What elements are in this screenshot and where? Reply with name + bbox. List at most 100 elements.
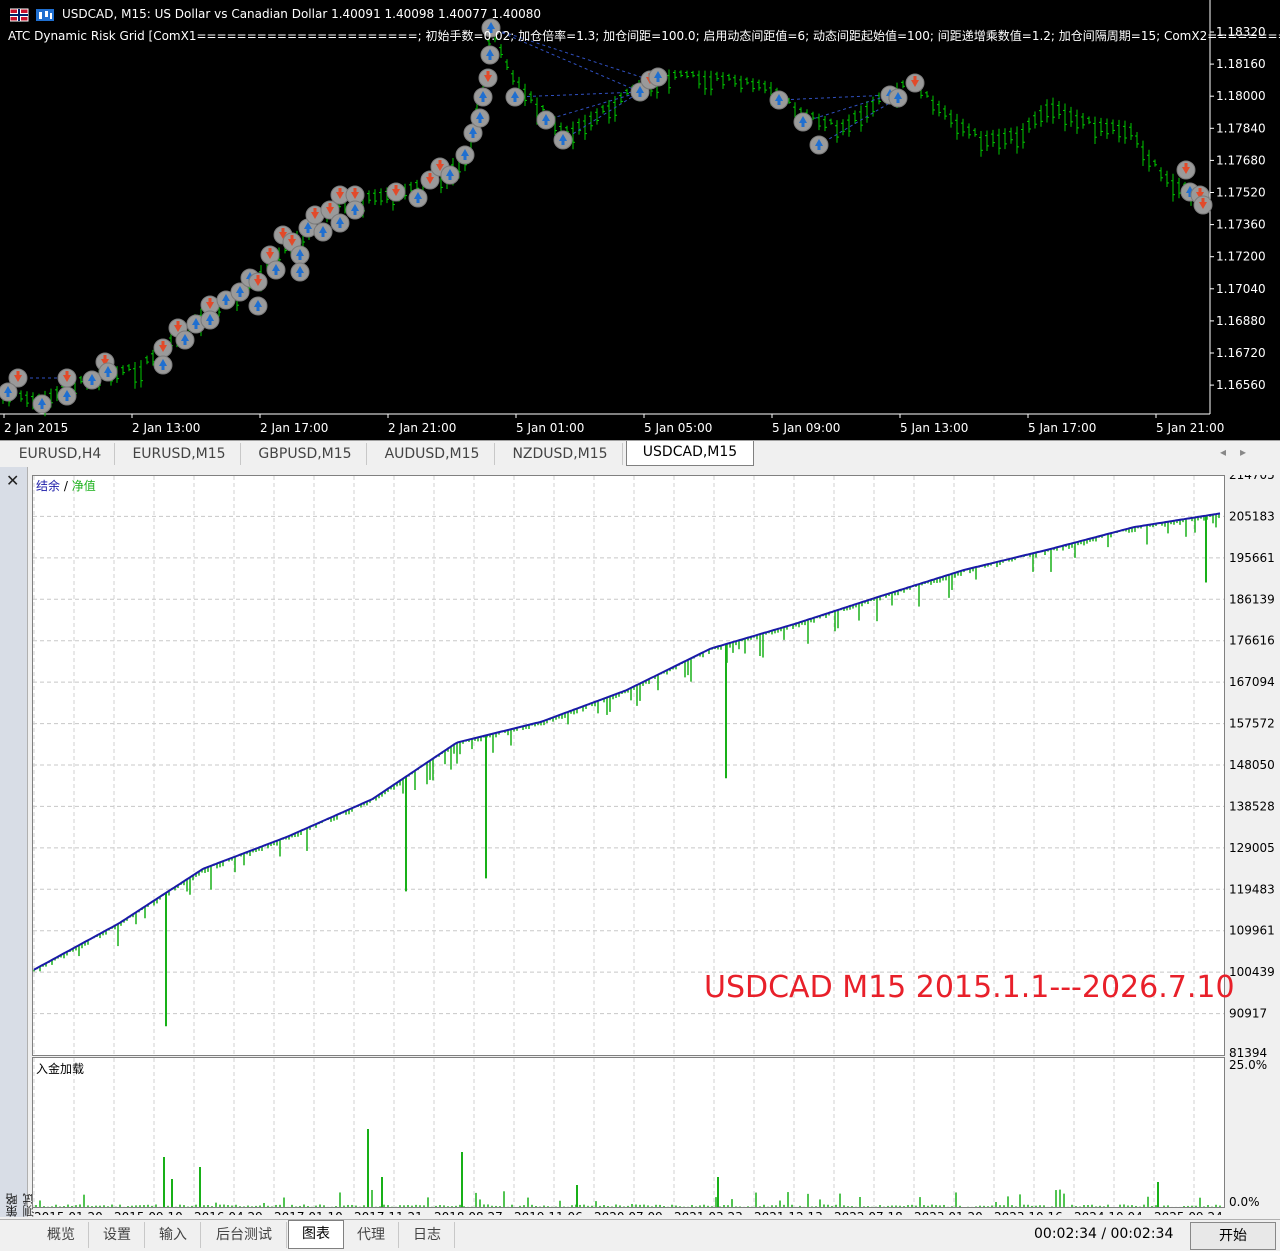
price-chart-canvas[interactable]: 1.183201.181601.180001.178401.176801.175… [0, 0, 1280, 440]
x-axis-label: 2017.01.10 [274, 1210, 343, 1215]
buy-arrow-icon[interactable] [313, 222, 333, 242]
sell-arrow-icon[interactable] [248, 272, 268, 292]
legend-equity: 净值 [72, 478, 96, 493]
order-link-line [545, 91, 641, 121]
candles-icon [36, 9, 54, 21]
tester-graph: 214705 205183 195661 186139 176616 167094 1575… [32, 475, 1280, 1215]
x-axis-label: 2015.09.10 [114, 1210, 183, 1215]
y-axis-label: 148050 [1229, 758, 1275, 772]
buy-arrow-icon[interactable] [480, 45, 500, 65]
price-label: 1.17360 [1216, 218, 1266, 232]
time-label: 5 Jan 09:00 [772, 421, 840, 435]
equity-plot-area [32, 475, 1225, 1056]
tab-nzdusd-m15[interactable]: NZDUSD,M15 [498, 443, 623, 465]
buy-arrow-icon[interactable] [330, 213, 350, 233]
tab-eurusd-h4[interactable]: EURUSD,H4 [6, 443, 115, 465]
x-axis-label: 2024.10.04 [1074, 1210, 1143, 1215]
buy-arrow-icon[interactable] [648, 67, 668, 87]
y-axis-label: 138528 [1229, 799, 1275, 813]
buy-arrow-icon[interactable] [200, 310, 220, 330]
buy-arrow-icon[interactable] [440, 165, 460, 185]
y-axis-label: 205183 [1229, 509, 1275, 523]
x-axis-label: 2021.12.13 [754, 1210, 823, 1215]
tab-journal[interactable]: 日志 [400, 1222, 455, 1248]
strategy-tester-panel: ✕ 策略测试 214705 205183 195661 186139 176616 167… [0, 467, 1280, 1250]
symbol-tabs: EURUSD,H4 EURUSD,M15 GBPUSD,M15 AUDUSD,M… [0, 440, 1280, 467]
price-label: 1.18160 [1216, 57, 1266, 71]
sell-arrow-icon[interactable] [478, 68, 498, 88]
tab-eurusd-m15[interactable]: EURUSD,M15 [118, 443, 241, 465]
y-axis-label: 109961 [1229, 924, 1275, 938]
price-label: 1.17680 [1216, 153, 1266, 167]
buy-arrow-icon[interactable] [175, 330, 195, 350]
buy-arrow-icon[interactable] [793, 112, 813, 132]
buy-arrow-icon[interactable] [0, 382, 18, 402]
tab-settings[interactable]: 设置 [90, 1222, 145, 1248]
order-link-line [802, 94, 891, 123]
buy-arrow-icon[interactable] [408, 188, 428, 208]
tab-gbpusd-m15[interactable]: GBPUSD,M15 [244, 443, 367, 465]
buy-arrow-icon[interactable] [266, 260, 286, 280]
sell-arrow-icon[interactable] [153, 338, 173, 358]
buy-arrow-icon[interactable] [82, 370, 102, 390]
buy-arrow-icon[interactable] [290, 245, 310, 265]
buy-arrow-icon[interactable] [809, 135, 829, 155]
buy-arrow-icon[interactable] [153, 355, 173, 375]
price-chart[interactable]: 1.18320 1.18160 1.18000 1.17840 1.17680 1.175… [0, 0, 1280, 440]
price-label: 1.17200 [1216, 250, 1266, 264]
legend-balance: 结余 [36, 478, 60, 493]
chevron-right-icon[interactable]: ▸ [1240, 445, 1260, 459]
close-icon[interactable]: ✕ [6, 471, 19, 490]
buy-arrow-icon[interactable] [98, 362, 118, 382]
buy-arrow-icon[interactable] [455, 145, 475, 165]
tab-scroll-arrows[interactable]: ◂▸ [1220, 445, 1260, 459]
tab-backtest[interactable]: 后台测试 [202, 1222, 287, 1248]
buy-arrow-icon[interactable] [769, 90, 789, 110]
x-axis-label: 2016.04.29 [194, 1210, 263, 1215]
buy-arrow-icon[interactable] [553, 130, 573, 150]
sell-arrow-icon[interactable] [1176, 160, 1196, 180]
tab-inputs[interactable]: 输入 [146, 1222, 201, 1248]
time-label: 5 Jan 13:00 [900, 421, 968, 435]
x-axis-label: 2019.11.06 [514, 1210, 583, 1215]
x-axis-label: 2017.11.21 [354, 1210, 423, 1215]
tab-overview[interactable]: 概览 [34, 1222, 89, 1248]
buy-arrow-icon[interactable] [473, 87, 493, 107]
buy-arrow-icon[interactable] [536, 110, 556, 130]
time-label: 2 Jan 17:00 [260, 421, 328, 435]
buy-arrow-icon[interactable] [248, 296, 268, 316]
y-axis-label: 195661 [1229, 551, 1275, 565]
time-label: 2 Jan 2015 [4, 421, 68, 435]
tab-audusd-m15[interactable]: AUDUSD,M15 [370, 443, 495, 465]
x-axis-label: 2025.09.24 [1154, 1210, 1223, 1215]
tab-graph[interactable]: 图表 [288, 1220, 344, 1249]
time-label: 5 Jan 17:00 [1028, 421, 1096, 435]
sell-arrow-icon[interactable] [57, 368, 77, 388]
buy-arrow-icon[interactable] [290, 262, 310, 282]
sell-arrow-icon[interactable] [1193, 195, 1213, 215]
trade-markers [0, 18, 1213, 414]
buy-arrow-icon[interactable] [470, 108, 490, 128]
load-plot-area [32, 1057, 1225, 1208]
chevron-left-icon[interactable]: ◂ [1220, 445, 1240, 459]
sell-arrow-icon[interactable] [386, 182, 406, 202]
elapsed-timer: 00:02:34 / 00:02:34 [1034, 1226, 1174, 1242]
chart-title: USDCAD, M15: US Dollar vs Canadian Dolla… [62, 7, 542, 21]
price-label: 1.17840 [1216, 121, 1266, 135]
load-axis-label: 25.0% [1229, 1058, 1267, 1072]
buy-arrow-icon[interactable] [57, 386, 77, 406]
buy-arrow-icon[interactable] [345, 200, 365, 220]
price-bars [1, 29, 1205, 417]
tab-usdcad-m15[interactable]: USDCAD,M15 [626, 441, 754, 466]
buy-arrow-icon[interactable] [505, 87, 525, 107]
uk-flag-icon [10, 8, 29, 22]
sell-arrow-icon[interactable] [905, 73, 925, 93]
start-button[interactable]: 开始 [1190, 1222, 1276, 1250]
tab-agents[interactable]: 代理 [344, 1222, 399, 1248]
price-label: 1.17520 [1216, 186, 1266, 200]
price-label: 1.16720 [1216, 346, 1266, 360]
buy-arrow-icon[interactable] [888, 88, 908, 108]
load-axis-label: 0.0% [1229, 1195, 1260, 1209]
buy-arrow-icon[interactable] [32, 394, 52, 414]
y-axis-label: 100439 [1229, 965, 1275, 979]
